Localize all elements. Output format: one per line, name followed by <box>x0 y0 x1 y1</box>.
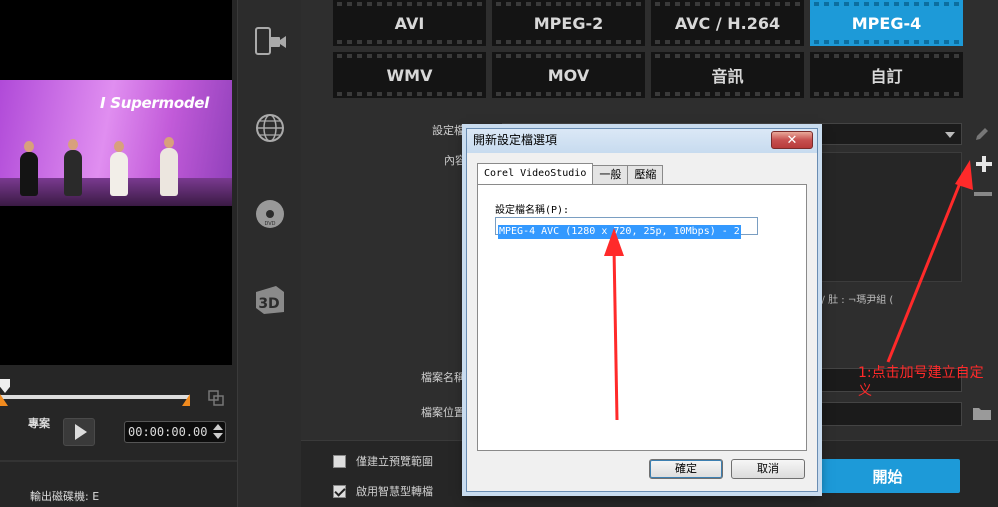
ok-button[interactable]: 確定 <box>649 459 723 479</box>
format-custom-button[interactable]: 自訂 <box>810 52 963 98</box>
chevron-up-icon[interactable] <box>213 424 223 430</box>
person-figure <box>160 137 178 196</box>
person-figure <box>110 141 128 196</box>
timecode-value: 00:00:00.00 <box>128 425 208 439</box>
profile-name-label: 設定檔名稱(P): <box>495 205 570 216</box>
new-profile-dialog: 開新設定檔選項 ✕ Corel VideoStudio 一般 壓縮 設定檔名稱(… <box>466 128 818 492</box>
profile-label: 設定檔 <box>432 124 465 137</box>
timecode-stepper[interactable] <box>213 424 223 440</box>
format-wmv-button[interactable]: WMV <box>333 52 486 98</box>
disc-icon[interactable]: DVD <box>252 196 288 232</box>
tab-compression[interactable]: 壓縮 <box>627 165 664 185</box>
preview-range-checkbox[interactable] <box>333 454 346 468</box>
preview-screen: I Supermodel <box>0 0 232 365</box>
project-label: 專案 <box>28 417 50 430</box>
device-camera-icon[interactable] <box>252 24 288 60</box>
format-mov-button[interactable]: MOV <box>492 52 645 98</box>
output-type-rail: DVD 3D <box>237 0 301 507</box>
format-avc-button[interactable]: AVC / H.264 <box>651 0 804 46</box>
plus-icon[interactable] <box>974 154 994 174</box>
play-icon <box>74 424 87 440</box>
dialog-tabs: Corel VideoStudio 一般 壓縮 <box>477 163 664 185</box>
tab-general[interactable]: 一般 <box>592 165 629 185</box>
preview-range-label: 僅建立預覽範圍 <box>356 455 433 468</box>
close-icon: ✕ <box>786 132 798 148</box>
3d-icon[interactable]: 3D <box>252 282 288 318</box>
format-mpeg4-button[interactable]: MPEG-4 <box>810 0 963 46</box>
chevron-down-icon[interactable] <box>213 433 223 439</box>
dialog-title-bar[interactable]: 開新設定檔選項 <box>467 129 817 153</box>
app-window: I Supermodel 專案 00:00:00.00 輸出磁碟機: E DVD… <box>0 0 998 507</box>
content-label: 內容 <box>444 154 466 167</box>
svg-text:DVD: DVD <box>264 221 275 227</box>
format-mpeg2-button[interactable]: MPEG-2 <box>492 0 645 46</box>
smart-render-option[interactable]: 啟用智慧型轉檔 <box>333 483 433 499</box>
dialog-title: 開新設定檔選項 <box>473 133 558 147</box>
format-avi-button[interactable]: AVI <box>333 0 486 46</box>
cancel-button[interactable]: 取消 <box>731 459 805 479</box>
globe-icon[interactable] <box>252 110 288 146</box>
location-label: 檔案位置 <box>421 406 465 419</box>
scrubber-track[interactable] <box>0 395 190 399</box>
annotation-text: 1:点击加号建立自定义 <box>858 365 984 399</box>
timecode-field[interactable]: 00:00:00.00 <box>124 421 226 443</box>
minus-icon[interactable] <box>974 192 992 196</box>
profile-content-text: 1 ∕ 肚 : ¬瑪尹組 ( <box>812 295 894 306</box>
start-button[interactable]: 開始 <box>815 459 960 493</box>
copy-icon[interactable] <box>208 390 224 406</box>
format-grid: AVI MPEG-2 AVC / H.264 MPEG-4 WMV MOV 音訊… <box>333 0 963 100</box>
preview-video-frame: I Supermodel <box>0 80 232 206</box>
scrubber-handle[interactable] <box>0 379 10 393</box>
tab-panel: 設定檔名稱(P): MPEG-4 AVC (1280 x 720, 25p, 1… <box>477 184 807 451</box>
divider <box>0 460 237 462</box>
filename-label: 檔案名稱 <box>421 371 465 384</box>
preview-banner-text: I Supermodel <box>100 94 209 112</box>
svg-text:3D: 3D <box>258 296 279 312</box>
folder-icon[interactable] <box>972 405 992 421</box>
profile-name-input[interactable]: MPEG-4 AVC (1280 x 720, 25p, 10Mbps) - 2 <box>495 217 758 239</box>
smart-render-checkbox[interactable] <box>333 484 346 498</box>
preview-range-option[interactable]: 僅建立預覽範圍 <box>333 453 433 469</box>
chevron-down-icon <box>945 132 955 138</box>
location-input[interactable] <box>817 402 962 426</box>
person-figure <box>64 139 82 196</box>
tab-corel-videostudio[interactable]: Corel VideoStudio <box>477 163 594 185</box>
output-drive-label: 輸出磁碟機: E <box>30 490 100 503</box>
pencil-icon[interactable] <box>974 126 990 142</box>
play-button[interactable] <box>63 418 95 446</box>
profile-content-box <box>800 152 962 282</box>
format-audio-button[interactable]: 音訊 <box>651 52 804 98</box>
preview-panel: I Supermodel 專案 00:00:00.00 輸出磁碟機: E <box>0 0 237 507</box>
profile-name-value: MPEG-4 AVC (1280 x 720, 25p, 10Mbps) - 2 <box>498 225 741 239</box>
smart-render-label: 啟用智慧型轉檔 <box>356 485 433 498</box>
person-figure <box>20 141 38 196</box>
close-button[interactable]: ✕ <box>771 131 813 149</box>
